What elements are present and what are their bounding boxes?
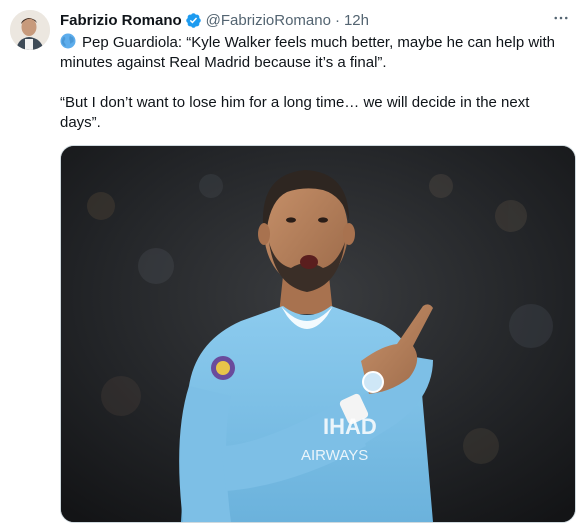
tweet-card[interactable]: Fabrizio Romano @FabrizioRomano · 12h Pe… [0,0,586,531]
more-horizontal-icon [554,16,568,20]
globe-emoji-icon [60,33,76,49]
svg-text:IHAD: IHAD [323,414,377,439]
verified-badge-icon [185,12,202,29]
tweet-paragraph-1: Pep Guardiola: “Kyle Walker feels much b… [60,34,556,71]
header-separator: · [334,11,340,29]
tweet-timestamp[interactable]: 12h [344,12,369,29]
author-name[interactable]: Fabrizio Romano [60,12,182,29]
svg-text:AIRWAYS: AIRWAYS [301,447,368,464]
more-options-button[interactable] [550,8,572,28]
avatar-image [10,10,50,50]
tweet-paragraph: Pep Guardiola: “Kyle Walker feels much b… [60,33,574,73]
tweet-text: Pep Guardiola: “Kyle Walker feels much b… [60,33,574,133]
player-photo: IHAD AIRWAYS [61,146,575,522]
author-handle[interactable]: @FabrizioRomano [206,12,331,29]
author-avatar[interactable] [10,10,50,50]
tweet-header: Fabrizio Romano @FabrizioRomano · 12h [60,10,572,30]
tweet-paragraph-2: “But I don’t want to lose him for a long… [60,94,530,131]
tweet-photo[interactable]: IHAD AIRWAYS [60,145,576,523]
